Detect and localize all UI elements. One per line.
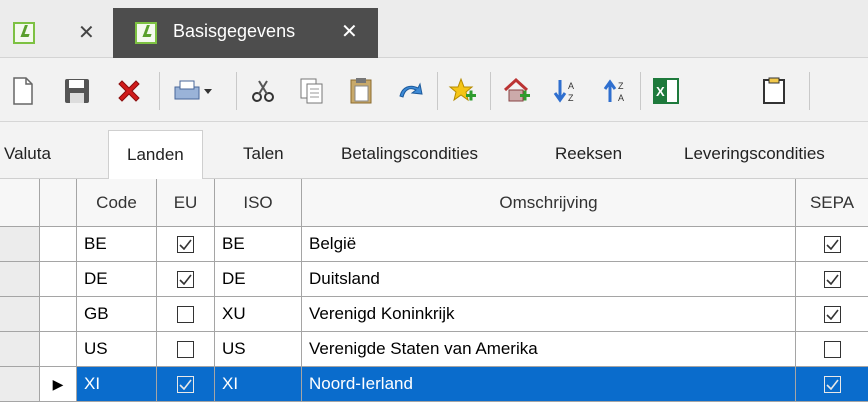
cell-sepa[interactable] — [796, 332, 868, 366]
column-header-sepa[interactable]: SEPA — [796, 179, 868, 226]
tab-basisgegevens[interactable]: Basisgegevens ✕ — [113, 8, 378, 58]
new-document-icon[interactable] — [8, 76, 38, 106]
close-icon[interactable]: ✕ — [341, 19, 358, 44]
home-add-icon[interactable] — [502, 76, 532, 106]
table-row[interactable]: DE DE Duitsland — [0, 262, 868, 297]
row-header[interactable] — [0, 367, 40, 401]
column-header-eu[interactable]: EU — [157, 179, 215, 226]
cell-iso[interactable]: US — [215, 332, 302, 366]
cell-eu[interactable] — [157, 367, 215, 401]
app-logo-icon — [13, 22, 35, 44]
cell-code[interactable]: US — [77, 332, 157, 366]
cell-iso[interactable]: XI — [215, 367, 302, 401]
row-header[interactable] — [0, 262, 40, 296]
excel-export-icon[interactable]: X — [651, 76, 681, 106]
column-header-omschrijving[interactable]: Omschrijving — [302, 179, 796, 226]
close-icon[interactable]: ✕ — [78, 20, 95, 45]
cell-code[interactable]: XI — [77, 367, 157, 401]
cell-eu[interactable] — [157, 332, 215, 366]
eu-checkbox[interactable] — [177, 375, 194, 393]
svg-text:Z: Z — [618, 81, 624, 91]
cell-omschrijving[interactable]: Duitsland — [302, 262, 796, 296]
cell-sepa[interactable] — [796, 227, 868, 261]
sepa-checkbox[interactable] — [823, 305, 841, 323]
row-header[interactable] — [0, 227, 40, 261]
tab-title: Basisgegevens — [173, 21, 296, 41]
section-tabs: Valuta Landen Talen Betalingscondities R… — [0, 122, 868, 180]
svg-text:Z: Z — [568, 93, 574, 103]
sepa-checkbox[interactable] — [823, 270, 841, 288]
eu-checkbox[interactable] — [177, 305, 194, 323]
cell-sepa[interactable] — [796, 297, 868, 331]
tab-leveringscondities[interactable]: Leveringscondities — [684, 144, 825, 164]
countries-grid: Code EU ISO Omschrijving SEPA BE BE België… — [0, 179, 868, 403]
cell-eu[interactable] — [157, 297, 215, 331]
sepa-checkbox[interactable] — [823, 375, 841, 393]
tab-betalingscondities[interactable]: Betalingscondities — [341, 144, 478, 164]
svg-text:A: A — [568, 81, 574, 91]
clipboard-icon[interactable] — [759, 76, 789, 106]
save-icon[interactable] — [62, 76, 92, 106]
cell-iso[interactable]: BE — [215, 227, 302, 261]
toolbar: AZ ZA X — [0, 58, 868, 122]
row-indicator — [40, 297, 77, 331]
tab-reeksen[interactable]: Reeksen — [555, 144, 622, 164]
cell-omschrijving[interactable]: België — [302, 227, 796, 261]
cell-code[interactable]: BE — [77, 227, 157, 261]
cell-code[interactable]: DE — [77, 262, 157, 296]
tab-valuta[interactable]: Valuta — [4, 144, 51, 164]
sepa-checkbox[interactable] — [823, 235, 841, 253]
cell-omschrijving[interactable]: Verenigd Koninkrijk — [302, 297, 796, 331]
cell-code[interactable]: GB — [77, 297, 157, 331]
print-icon[interactable] — [172, 76, 214, 106]
row-header-corner — [0, 179, 40, 226]
tab-home[interactable]: ✕ — [0, 8, 113, 58]
sort-ascending-icon[interactable]: AZ — [551, 76, 581, 106]
row-header[interactable] — [0, 297, 40, 331]
tab-talen[interactable]: Talen — [243, 144, 284, 164]
cell-iso[interactable]: DE — [215, 262, 302, 296]
document-tab-strip: ✕ Basisgegevens ✕ — [0, 0, 868, 58]
cut-icon[interactable] — [248, 76, 278, 106]
eu-checkbox[interactable] — [177, 235, 194, 253]
cell-omschrijving[interactable]: Verenigde Staten van Amerika — [302, 332, 796, 366]
table-row[interactable]: BE BE België — [0, 227, 868, 262]
row-indicator: ▶ — [40, 367, 77, 401]
row-indicator — [40, 332, 77, 366]
cell-eu[interactable] — [157, 227, 215, 261]
eu-checkbox[interactable] — [177, 270, 194, 288]
row-header[interactable] — [0, 332, 40, 366]
row-indicator — [40, 227, 77, 261]
table-row[interactable]: GB XU Verenigd Koninkrijk — [0, 297, 868, 332]
svg-text:X: X — [656, 84, 665, 99]
app-logo-icon — [135, 22, 157, 44]
current-row-indicator-icon: ▶ — [52, 375, 64, 392]
grid-header: Code EU ISO Omschrijving SEPA — [0, 179, 868, 227]
cell-iso[interactable]: XU — [215, 297, 302, 331]
cell-omschrijving[interactable]: Noord-Ierland — [302, 367, 796, 401]
sort-descending-icon[interactable]: ZA — [601, 76, 631, 106]
row-indicator — [40, 262, 77, 296]
tab-landen[interactable]: Landen — [108, 130, 203, 180]
copy-icon[interactable] — [297, 76, 327, 106]
cell-eu[interactable] — [157, 262, 215, 296]
eu-checkbox[interactable] — [177, 340, 194, 358]
table-row[interactable]: ▶ XI XI Noord-Ierland — [0, 367, 868, 402]
table-row[interactable]: US US Verenigde Staten van Amerika — [0, 332, 868, 367]
favorite-add-icon[interactable] — [448, 76, 478, 106]
cell-sepa[interactable] — [796, 367, 868, 401]
column-header-iso[interactable]: ISO — [215, 179, 302, 226]
paste-icon[interactable] — [346, 76, 376, 106]
row-indicator-header — [40, 179, 77, 226]
undo-icon[interactable] — [395, 76, 425, 106]
cell-sepa[interactable] — [796, 262, 868, 296]
delete-icon[interactable] — [114, 76, 144, 106]
column-header-code[interactable]: Code — [77, 179, 157, 226]
sepa-checkbox[interactable] — [823, 340, 841, 358]
svg-text:A: A — [618, 93, 624, 103]
